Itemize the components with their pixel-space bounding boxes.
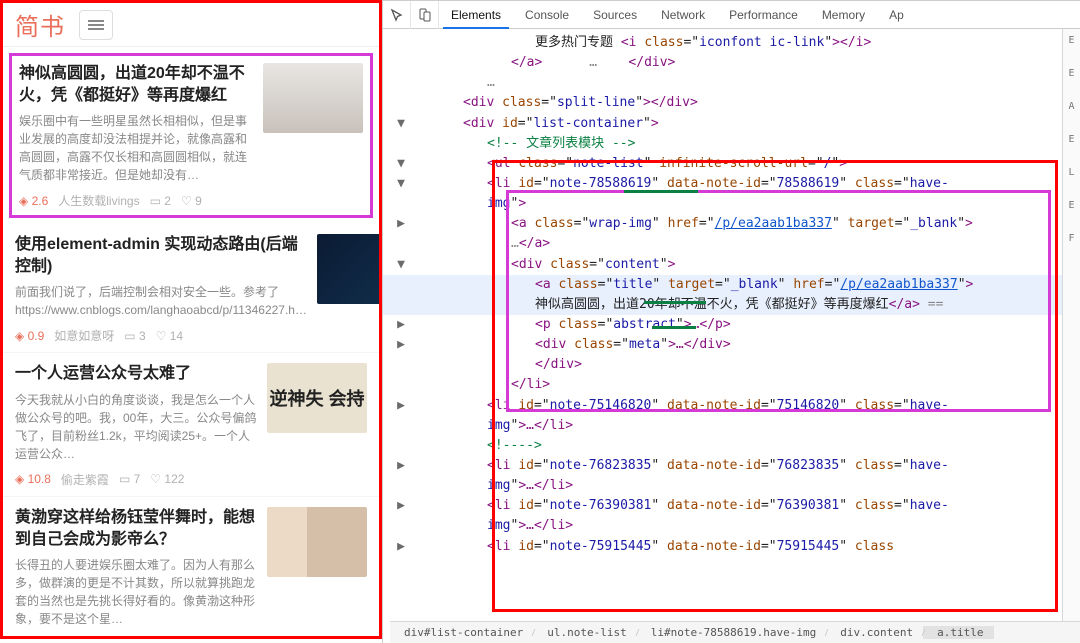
article-feed[interactable]: 神似高圆圆，出道20年却不温不火，凭《都挺好》等再度爆红 娱乐圈中有一些明星虽然…	[3, 47, 379, 636]
dom-node-selected[interactable]: <a class="title" target="_blank" href="/…	[383, 275, 1080, 295]
dom-text[interactable]: 神似高圆圆，出道20年却不温不火，凭《都挺好》等再度爆红</a> ==	[383, 295, 1080, 315]
article-title[interactable]: 神似高圆圆，出道20年却不温不火，凭《都挺好》等再度爆红	[19, 63, 253, 106]
dom-node[interactable]: ▼<ul class="note-list" infinite-scroll-u…	[383, 154, 1080, 174]
dom-node[interactable]: ▼<div id="list-container">	[383, 114, 1080, 134]
article-abstract: 长得丑的人要进娱乐圈太难了。因为人有那么多，做群演的更是不计其数，所以就算挑跑龙…	[15, 556, 257, 628]
diamond-icon: ◈ 0.9	[15, 329, 44, 343]
dom-node[interactable]: ▼<div class="content">	[383, 255, 1080, 275]
tab-console[interactable]: Console	[513, 1, 581, 29]
dom-node[interactable]: ▶<li id="note-76823835" data-note-id="76…	[383, 456, 1080, 476]
dom-node[interactable]: 更多热门专题 <i class="iconfont ic-link"></i>	[383, 33, 1080, 53]
devtools-panel: Elements Console Sources Network Perform…	[382, 0, 1080, 643]
comment-icon: ▭ 7	[119, 472, 140, 486]
comment-icon: ▭ 3	[124, 329, 145, 343]
annotation-underline	[644, 301, 706, 304]
article-abstract: 今天我就从小白的角度谈谈，我是怎么一个人做公众号的吧。我，00年，大三。公众号偏…	[15, 391, 257, 463]
article-meta: ◈ 2.6 人生数载livings ▭ 2 ♡ 9	[19, 192, 363, 209]
diamond-icon: ◈ 10.8	[15, 472, 51, 486]
author-name[interactable]: 如意如意呀	[54, 327, 114, 344]
list-item[interactable]: 黄渤穿这样给杨钰莹伴舞时，能想到自己会成为影帝么？ 长得丑的人要进娱乐圈太难了。…	[3, 497, 379, 636]
tab-memory[interactable]: Memory	[810, 1, 877, 29]
menu-button[interactable]	[79, 10, 113, 40]
dom-comment[interactable]: <!-- 文章列表模块 -->	[383, 134, 1080, 154]
list-item[interactable]: 神似高圆圆，出道20年却不温不火，凭《都挺好》等再度爆红 娱乐圈中有一些明星虽然…	[9, 53, 373, 218]
jianshu-logo: 简书	[15, 7, 65, 42]
crumb[interactable]: div#list-container	[390, 626, 533, 639]
dom-node[interactable]: </a> … </div>	[383, 53, 1080, 73]
annotation-underline	[652, 326, 696, 329]
dom-node-cont[interactable]: img">…</li>	[383, 516, 1080, 536]
article-thumbnail[interactable]	[317, 234, 379, 304]
like-icon: ♡ 9	[181, 194, 202, 208]
article-title[interactable]: 使用element-admin 实现动态路由(后端控制)	[15, 234, 307, 277]
article-title[interactable]: 黄渤穿这样给杨钰莹伴舞时，能想到自己会成为影帝么？	[15, 507, 257, 550]
dom-node-cont[interactable]: img">…</li>	[383, 476, 1080, 496]
article-meta: ◈ 0.9 如意如意呀 ▭ 3 ♡ 14	[15, 327, 367, 344]
dom-node-cont[interactable]: img">…</li>	[383, 416, 1080, 436]
dom-node[interactable]: ▶<li id="note-75915445" data-note-id="75…	[383, 537, 1080, 557]
tab-network[interactable]: Network	[649, 1, 717, 29]
diamond-icon: ◈ 2.6	[19, 194, 48, 208]
dom-node[interactable]: …	[383, 73, 1080, 93]
author-name[interactable]: 偷走紫霞	[61, 471, 109, 488]
jianshu-preview-panel: 简书 神似高圆圆，出道20年却不温不火，凭《都挺好》等再度爆红 娱乐圈中有一些明…	[0, 0, 382, 639]
article-abstract: 娱乐圈中有一些明星虽然长相相似，但是事业发展的高度却没法相提并论，就像高露和高圆…	[19, 112, 253, 184]
crumb[interactable]: div.content	[826, 626, 923, 639]
annotation-underline	[624, 190, 698, 193]
crumb[interactable]: ul.note-list	[533, 626, 636, 639]
like-icon: ♡ 14	[156, 329, 183, 343]
dom-node[interactable]: </li>	[383, 375, 1080, 395]
comment-icon: ▭ 2	[150, 194, 171, 208]
article-abstract: 前面我们说了，后端控制会相对安全一些。参考了 https://www.cnblo…	[15, 283, 307, 319]
dom-node[interactable]: </div>	[383, 355, 1080, 375]
list-item[interactable]: 一个人运营公众号太难了 今天我就从小白的角度谈谈，我是怎么一个人做公众号的吧。我…	[3, 353, 379, 497]
devtools-tabs: Elements Console Sources Network Perform…	[439, 1, 916, 29]
devtools-toolbar: Elements Console Sources Network Perform…	[383, 1, 1080, 29]
article-title[interactable]: 一个人运营公众号太难了	[15, 363, 257, 385]
article-meta: ◈ 10.8 偷走紫霞 ▭ 7 ♡ 122	[15, 471, 367, 488]
dom-node[interactable]: ▶<p class="abstract">…</p>	[383, 315, 1080, 335]
dom-comment[interactable]: <!---->	[383, 436, 1080, 456]
author-name[interactable]: 人生数载livings	[58, 192, 139, 209]
dom-node-cont[interactable]: img">	[383, 194, 1080, 214]
preview-header: 简书	[3, 3, 379, 47]
list-item[interactable]: 使用element-admin 实现动态路由(后端控制) 前面我们说了，后端控制…	[3, 224, 379, 353]
article-thumbnail[interactable]: 逆神失 会持	[267, 363, 367, 433]
tab-application[interactable]: Ap	[877, 1, 916, 29]
crumb[interactable]: a.title	[923, 626, 993, 639]
crumb[interactable]: li#note-78588619.have-img	[637, 626, 827, 639]
tab-elements[interactable]: Elements	[439, 1, 513, 29]
article-thumbnail[interactable]	[267, 507, 367, 577]
tab-sources[interactable]: Sources	[581, 1, 649, 29]
article-thumbnail[interactable]	[263, 63, 363, 133]
dom-node[interactable]: ▶<li id="note-75146820" data-note-id="75…	[383, 396, 1080, 416]
hamburger-icon	[88, 18, 104, 32]
dom-node[interactable]: ▶<div class="meta">…</div>	[383, 335, 1080, 355]
inspect-icon[interactable]	[383, 1, 411, 29]
like-icon: ♡ 122	[150, 472, 184, 486]
breadcrumb[interactable]: div#list-container ul.note-list li#note-…	[390, 621, 1080, 643]
devtools-side-tabs[interactable]: E E A E L E F	[1062, 29, 1080, 621]
tab-performance[interactable]: Performance	[717, 1, 810, 29]
dom-node[interactable]: ▶<a class="wrap-img" href="/p/ea2aab1ba3…	[383, 214, 1080, 234]
elements-tree[interactable]: 更多热门专题 <i class="iconfont ic-link"></i> …	[383, 29, 1080, 643]
dom-node[interactable]: <div class="split-line"></div>	[383, 93, 1080, 113]
dom-node[interactable]: ▶<li id="note-76390381" data-note-id="76…	[383, 496, 1080, 516]
dom-node[interactable]: ▼<li id="note-78588619" data-note-id="78…	[383, 174, 1080, 194]
device-toggle-icon[interactable]	[411, 1, 439, 29]
dom-node-cont[interactable]: …</a>	[383, 234, 1080, 254]
